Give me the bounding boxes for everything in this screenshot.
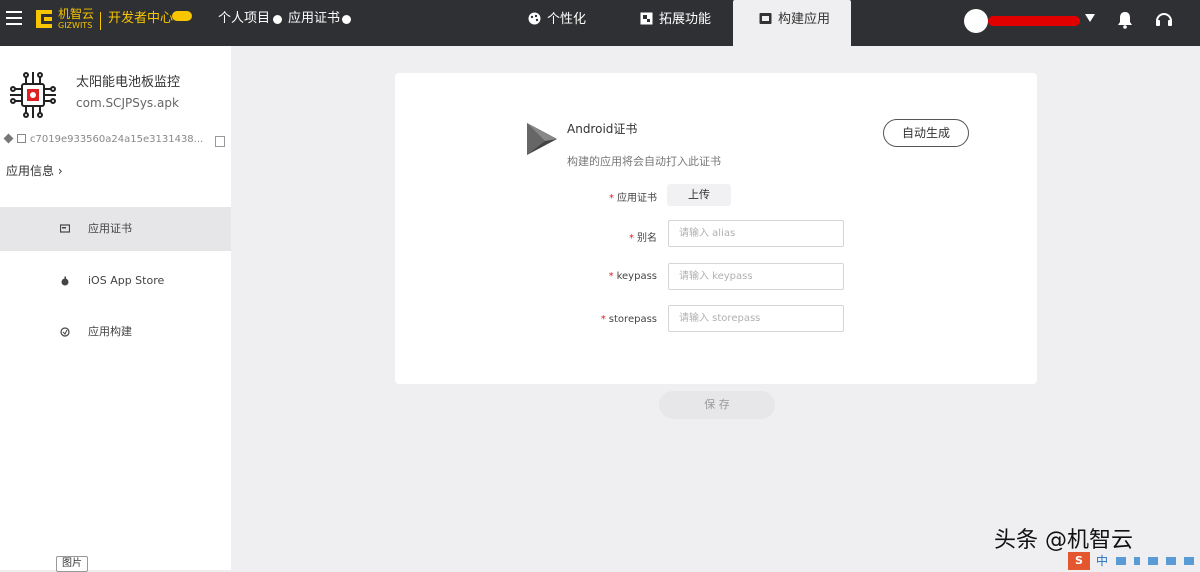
avatar[interactable] (964, 9, 988, 33)
chevron-down-icon[interactable] (342, 15, 351, 24)
app-id-row: c7019e933560a24a15e3131438... (3, 133, 204, 145)
storepass-input[interactable] (668, 305, 844, 332)
form-label-keypass: * keypass (608, 271, 657, 282)
nav-app-certificate[interactable]: 应用证书 (288, 11, 340, 27)
app-package: com.SCJPSys.apk (76, 96, 179, 110)
menu-icon[interactable] (6, 11, 22, 25)
copy-icon[interactable] (215, 136, 225, 147)
sidebar-item-label: iOS App Store (88, 274, 165, 287)
beta-badge (172, 11, 192, 21)
palette-icon (528, 12, 541, 25)
logo-divider (100, 12, 101, 30)
auto-generate-button[interactable]: 自动生成 (883, 119, 969, 147)
upload-button[interactable]: 上传 (667, 184, 731, 206)
build-icon (759, 13, 772, 24)
tab-extensions[interactable]: 拓展功能 (640, 0, 730, 46)
chevron-down-icon[interactable] (273, 15, 282, 24)
bell-icon[interactable] (1117, 11, 1133, 29)
language-indicator[interactable]: 中 (1096, 552, 1108, 570)
watermark-text: 头条 @机智云 (994, 528, 1133, 553)
sidebar-item-label: 应用证书 (88, 222, 132, 235)
android-certificate-card: Android证书 构建的应用将会自动打入此证书 自动生成 * 应用证书 上传 *… (395, 73, 1037, 384)
certificate-icon (60, 224, 70, 233)
logo-text: 机智云 (58, 7, 95, 21)
app-chip-icon (10, 72, 56, 118)
tray-icon[interactable] (1116, 557, 1126, 565)
mic-icon[interactable] (1134, 557, 1140, 565)
form-label-storepass: * storepass (600, 314, 657, 325)
logo-icon (36, 10, 52, 28)
key-icon (3, 133, 14, 144)
grid-icon[interactable] (1184, 557, 1194, 565)
system-tray: S 中 (1068, 552, 1200, 570)
card-title: Android证书 (567, 122, 638, 136)
app-id: c7019e933560a24a15e3131438... (30, 134, 204, 145)
nav-personal-project[interactable]: 个人项目 (218, 11, 270, 27)
sidebar-item-app-certificate[interactable]: 应用证书 (0, 207, 231, 251)
tab-build-app[interactable]: 构建应用 (733, 0, 851, 46)
logo-subtext: GIZWITS (58, 21, 93, 30)
form-label-alias: * 别名 (629, 233, 657, 244)
input-method-icon[interactable]: S (1068, 552, 1090, 570)
play-store-icon (527, 123, 557, 155)
sidebar-item-app-build[interactable]: 应用构建 (0, 310, 231, 354)
save-button[interactable]: 保 存 (659, 391, 775, 419)
headset-icon[interactable] (1155, 11, 1173, 29)
keypass-input[interactable] (668, 263, 844, 290)
developer-center-title[interactable]: 开发者中心 (108, 11, 173, 27)
sidebar-item-label: 应用构建 (88, 325, 132, 338)
keyboard-icon[interactable] (1166, 557, 1176, 565)
username-redacted (988, 16, 1080, 26)
app-name: 太阳能电池板监控 (76, 75, 181, 90)
card-description: 构建的应用将会自动打入此证书 (567, 155, 721, 168)
sidebar: 太阳能电池板监控 com.SCJPSys.apk c7019e933560a24… (0, 46, 231, 572)
app-info-link[interactable]: 应用信息 › (6, 162, 63, 179)
tray-icon[interactable] (1148, 557, 1158, 565)
apple-icon (61, 276, 69, 286)
top-bar: 机智云 GIZWITS 开发者中心 个人项目 应用证书 个性化 拓展功能 构建应… (0, 0, 1200, 46)
tab-personalize[interactable]: 个性化 (528, 0, 608, 46)
chevron-down-icon[interactable] (1085, 14, 1095, 22)
extension-icon (640, 12, 653, 25)
id-icon (17, 134, 26, 143)
form-label-certificate: * 应用证书 (609, 193, 657, 204)
alias-input[interactable] (668, 220, 844, 247)
sidebar-item-ios-app-store[interactable]: iOS App Store (0, 259, 231, 303)
build-icon (60, 327, 70, 337)
